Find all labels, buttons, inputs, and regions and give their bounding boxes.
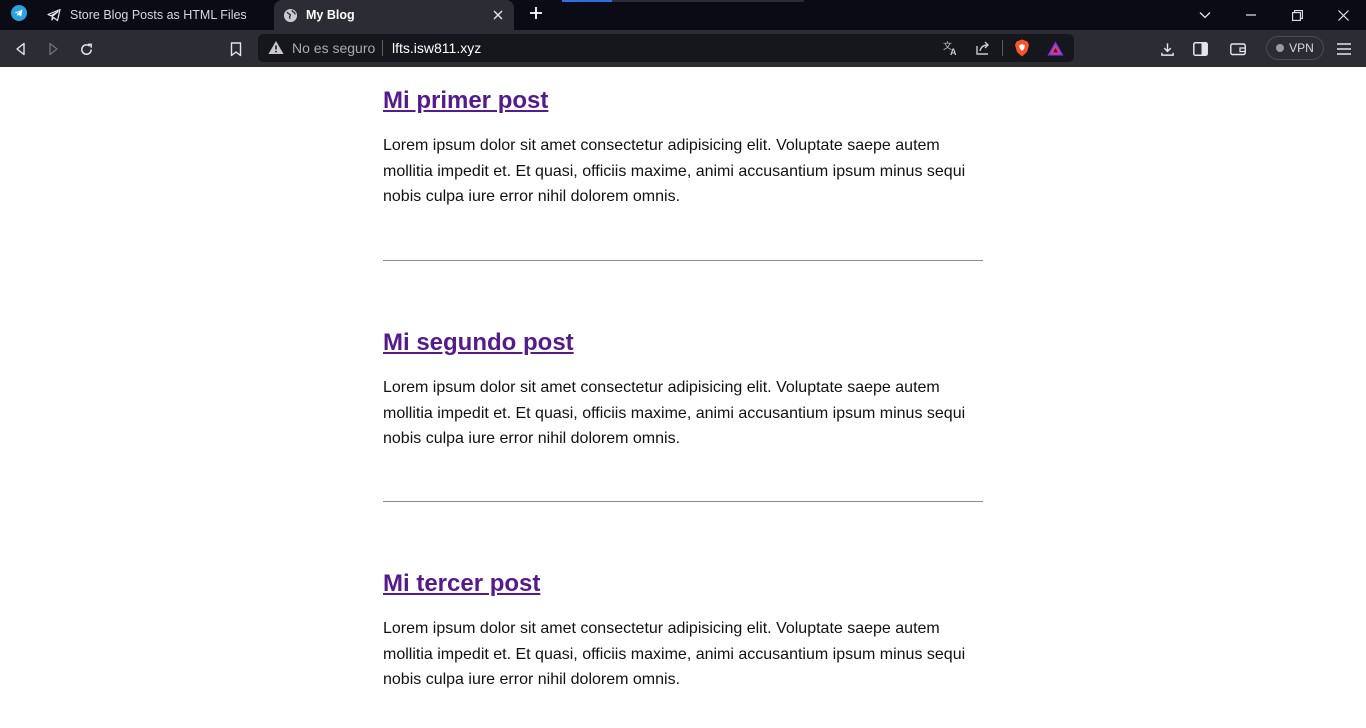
- blog-post: Mi segundo post Lorem ipsum dolor sit am…: [383, 329, 983, 452]
- tab-my-blog[interactable]: My Blog: [274, 0, 514, 30]
- close-tab-icon[interactable]: [488, 5, 508, 25]
- brave-rewards-icon[interactable]: [1044, 38, 1066, 58]
- omnibox-divider: [1002, 40, 1003, 56]
- plus-icon: [530, 7, 542, 19]
- tab-strip: Store Blog Posts as HTML Files My Blog: [0, 0, 1366, 30]
- post-divider: [383, 260, 983, 261]
- url-text[interactable]: lfts.isw811.xyz: [392, 40, 481, 56]
- telegram-icon: [11, 4, 27, 26]
- minimize-icon: [1246, 14, 1256, 16]
- bookmark-icon: [230, 41, 242, 56]
- reload-button[interactable]: [73, 36, 99, 62]
- vpn-label: VPN: [1289, 41, 1314, 55]
- translate-icon[interactable]: 文A: [940, 38, 962, 58]
- address-bar[interactable]: No es seguro lfts.isw811.xyz 文A: [258, 34, 1074, 62]
- reload-icon: [80, 43, 92, 55]
- svg-text:A: A: [950, 47, 957, 56]
- bookmark-button[interactable]: [223, 36, 249, 62]
- vpn-button[interactable]: VPN: [1266, 36, 1324, 60]
- wallet-button[interactable]: [1225, 36, 1251, 62]
- post-title: Mi segundo post: [383, 329, 983, 357]
- new-tab-button[interactable]: [524, 4, 548, 26]
- post-title-link[interactable]: Mi tercer post: [383, 570, 540, 597]
- pinned-tab-telegram[interactable]: [0, 0, 38, 30]
- post-excerpt: Lorem ipsum dolor sit amet consectetur a…: [383, 137, 966, 206]
- restore-button[interactable]: [1274, 0, 1320, 30]
- minimize-button[interactable]: [1228, 0, 1274, 30]
- post-divider: [383, 501, 983, 502]
- forward-button[interactable]: [40, 36, 66, 62]
- chevron-down-icon: [1199, 12, 1211, 19]
- post-title-link[interactable]: Mi primer post: [383, 87, 548, 114]
- post-excerpt: Lorem ipsum dolor sit amet consectetur a…: [383, 379, 966, 448]
- tab-search-button[interactable]: [1182, 0, 1228, 30]
- post-title-link[interactable]: Mi segundo post: [383, 329, 574, 356]
- wallet-icon: [1230, 43, 1246, 56]
- post-title: Mi primer post: [383, 87, 983, 115]
- omnibox-divider: [382, 40, 383, 56]
- page-viewport: Mi primer post Lorem ipsum dolor sit ame…: [0, 67, 1366, 728]
- blog-post: Mi tercer post Lorem ipsum dolor sit ame…: [383, 570, 983, 693]
- back-icon: [16, 42, 25, 56]
- restore-icon: [1291, 9, 1303, 21]
- vpn-status-dot: [1276, 44, 1285, 52]
- sidebar-button[interactable]: [1187, 36, 1213, 62]
- forward-icon: [49, 42, 58, 56]
- security-status-text[interactable]: No es seguro: [292, 40, 375, 56]
- sidebar-icon: [1192, 42, 1208, 56]
- tab-title: My Blog: [306, 8, 355, 22]
- loading-indicator: [562, 0, 612, 2]
- loading-indicator-track: [612, 0, 804, 2]
- post-excerpt: Lorem ipsum dolor sit amet consectetur a…: [383, 620, 966, 689]
- hamburger-menu-icon: [1337, 43, 1351, 55]
- warning-icon[interactable]: [268, 40, 284, 60]
- telegram-plane-icon: [46, 7, 62, 23]
- post-title: Mi tercer post: [383, 570, 983, 598]
- downloads-button[interactable]: [1154, 36, 1180, 62]
- share-icon[interactable]: [972, 38, 994, 58]
- globe-icon: [282, 7, 298, 23]
- back-button[interactable]: [8, 36, 34, 62]
- tab-store-blog-posts[interactable]: Store Blog Posts as HTML Files: [38, 0, 274, 30]
- menu-button[interactable]: [1331, 36, 1357, 62]
- tab-title: Store Blog Posts as HTML Files: [70, 8, 247, 22]
- close-window-button[interactable]: [1320, 0, 1366, 30]
- brave-shields-icon[interactable]: [1011, 38, 1033, 58]
- blog-post: Mi primer post Lorem ipsum dolor sit ame…: [383, 87, 983, 210]
- close-icon: [1337, 9, 1349, 21]
- download-icon: [1160, 42, 1174, 56]
- browser-toolbar: No es seguro lfts.isw811.xyz 文A VPN: [0, 30, 1366, 67]
